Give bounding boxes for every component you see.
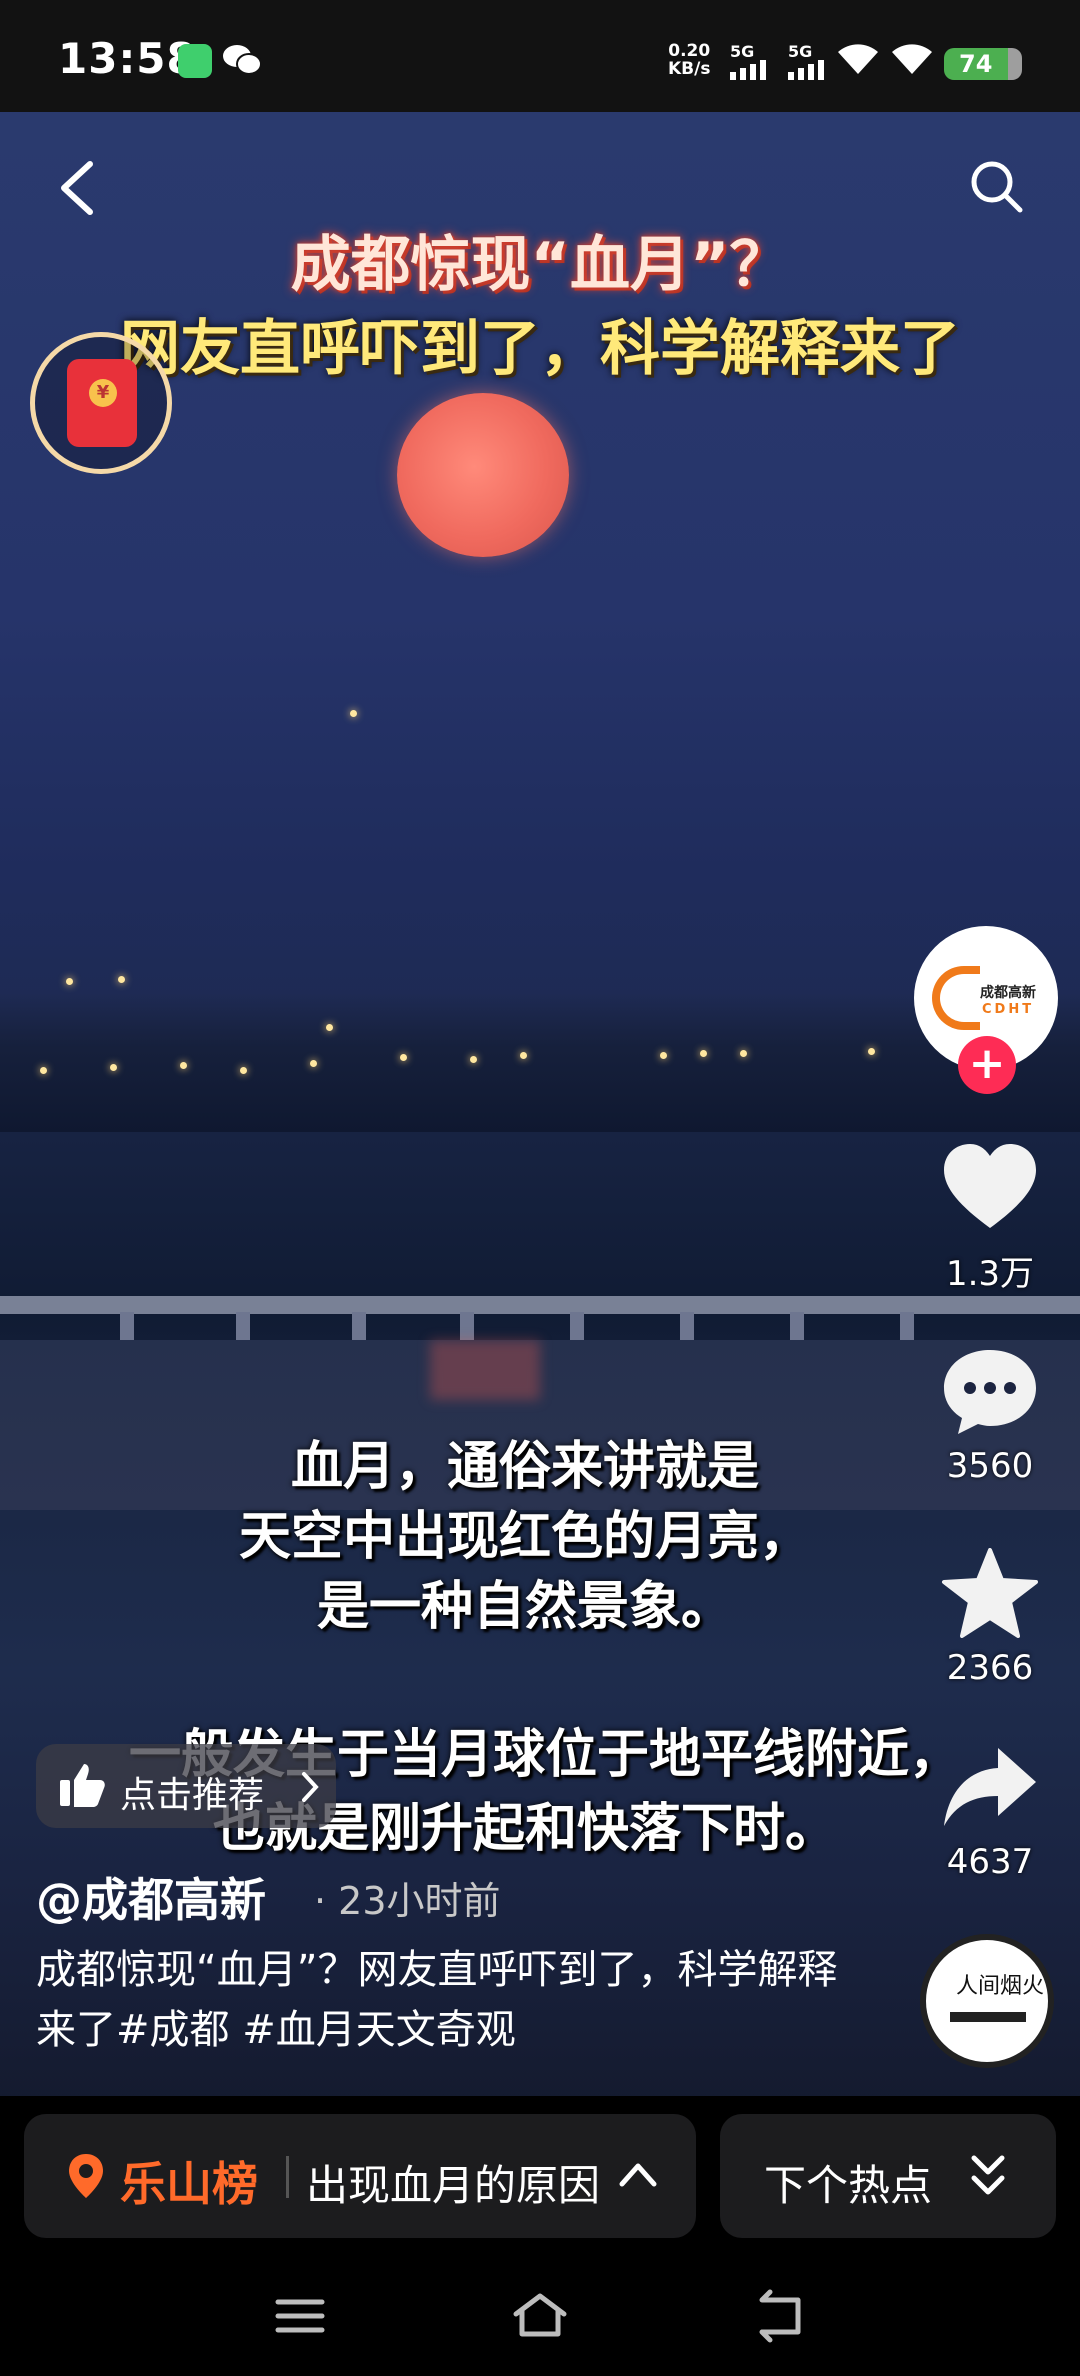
share-count: 4637 xyxy=(946,1842,1034,1882)
bridge xyxy=(0,1296,1080,1314)
yuan-coin-icon: ¥ xyxy=(89,379,117,407)
chevron-right-icon xyxy=(302,1772,319,1802)
comment-icon[interactable] xyxy=(940,1346,1040,1436)
follow-button[interactable]: + xyxy=(958,1036,1016,1094)
network-speed-value: 0.20 xyxy=(668,41,711,61)
thumbs-up-icon xyxy=(60,1764,105,1807)
search-icon[interactable] xyxy=(968,158,1024,214)
author-name[interactable]: @成都高新 xyxy=(36,1864,266,1930)
signal-1-label: 5G xyxy=(730,42,755,61)
comment-count: 3560 xyxy=(946,1446,1034,1486)
music-disc[interactable]: 人间烟火 xyxy=(920,1934,1054,2068)
hot-topic-bar: 乐山榜 出现血月的原因 下个热点 xyxy=(0,2096,1080,2256)
avatar-text-cn: 成都高新 xyxy=(980,985,1036,1001)
divider xyxy=(286,2156,289,2198)
wechat-icon xyxy=(223,45,262,75)
recommend-label: 点击推荐 xyxy=(120,1775,265,1816)
music-disc-text: 人间烟火 xyxy=(956,1974,1045,1999)
battery-indicator: 74 xyxy=(944,48,1022,80)
wifi-2-icon xyxy=(892,44,932,74)
favorite-star-icon[interactable] xyxy=(940,1548,1040,1638)
double-chevron-down-icon xyxy=(971,2155,1005,2195)
phone-app-icon xyxy=(178,44,212,78)
location-pin-icon xyxy=(69,2154,103,2198)
subtitle-line1: 血月，通俗来讲就是 xyxy=(290,1437,759,1497)
system-nav-bar xyxy=(0,2256,1080,2376)
recommend-button[interactable]: 点击推荐 xyxy=(36,1744,336,1828)
house-roof-icon xyxy=(950,2012,1026,2046)
menu-icon[interactable] xyxy=(270,2288,330,2344)
post-time: · 23小时前 xyxy=(314,1879,501,1923)
signal-2-label: 5G xyxy=(788,42,813,61)
status-time: 13:58 xyxy=(58,34,197,83)
network-speed: 0.20 KB/s xyxy=(668,42,710,78)
red-packet-button[interactable]: ¥ xyxy=(30,332,172,474)
back-arrow-icon[interactable] xyxy=(52,158,102,218)
avatar-text-en: CDHT xyxy=(982,1002,1035,1017)
post-caption[interactable]: 成都惊现“血月”？网友直呼吓到了，科学解释来了#成都 #血月天文奇观 xyxy=(36,1940,856,2060)
network-speed-unit: KB/s xyxy=(668,59,711,79)
moon-reflection xyxy=(430,1340,540,1400)
hot-list-entry[interactable]: 乐山榜 出现血月的原因 xyxy=(24,2114,696,2238)
favorite-count: 2366 xyxy=(946,1648,1034,1688)
hot-topic-text: 出现血月的原因 xyxy=(306,2161,601,2210)
wifi-icon xyxy=(838,44,878,74)
like-count: 1.3万 xyxy=(945,1254,1035,1294)
home-icon[interactable] xyxy=(510,2288,570,2344)
red-moon xyxy=(397,393,569,557)
subtitle-line2: 天空中出现红色的月亮， xyxy=(238,1507,811,1567)
chevron-up-icon[interactable] xyxy=(616,2154,660,2194)
share-arrow-icon[interactable] xyxy=(940,1742,1040,1832)
back-nav-icon[interactable] xyxy=(750,2288,810,2344)
cdht-logo-icon xyxy=(932,966,980,1030)
hot-list-brand: 乐山榜 xyxy=(120,2157,258,2211)
subtitle-line3: 是一种自然景象。 xyxy=(316,1577,733,1637)
like-heart-icon[interactable] xyxy=(940,1142,1040,1232)
video-title-line1: 成都惊现“血月”？ xyxy=(290,230,790,300)
next-hot-label: 下个热点 xyxy=(764,2161,933,2210)
next-hot-button[interactable]: 下个热点 xyxy=(720,2114,1056,2238)
status-bar: 13:58 0.20 KB/s 5G 5G 74 xyxy=(0,0,1080,112)
